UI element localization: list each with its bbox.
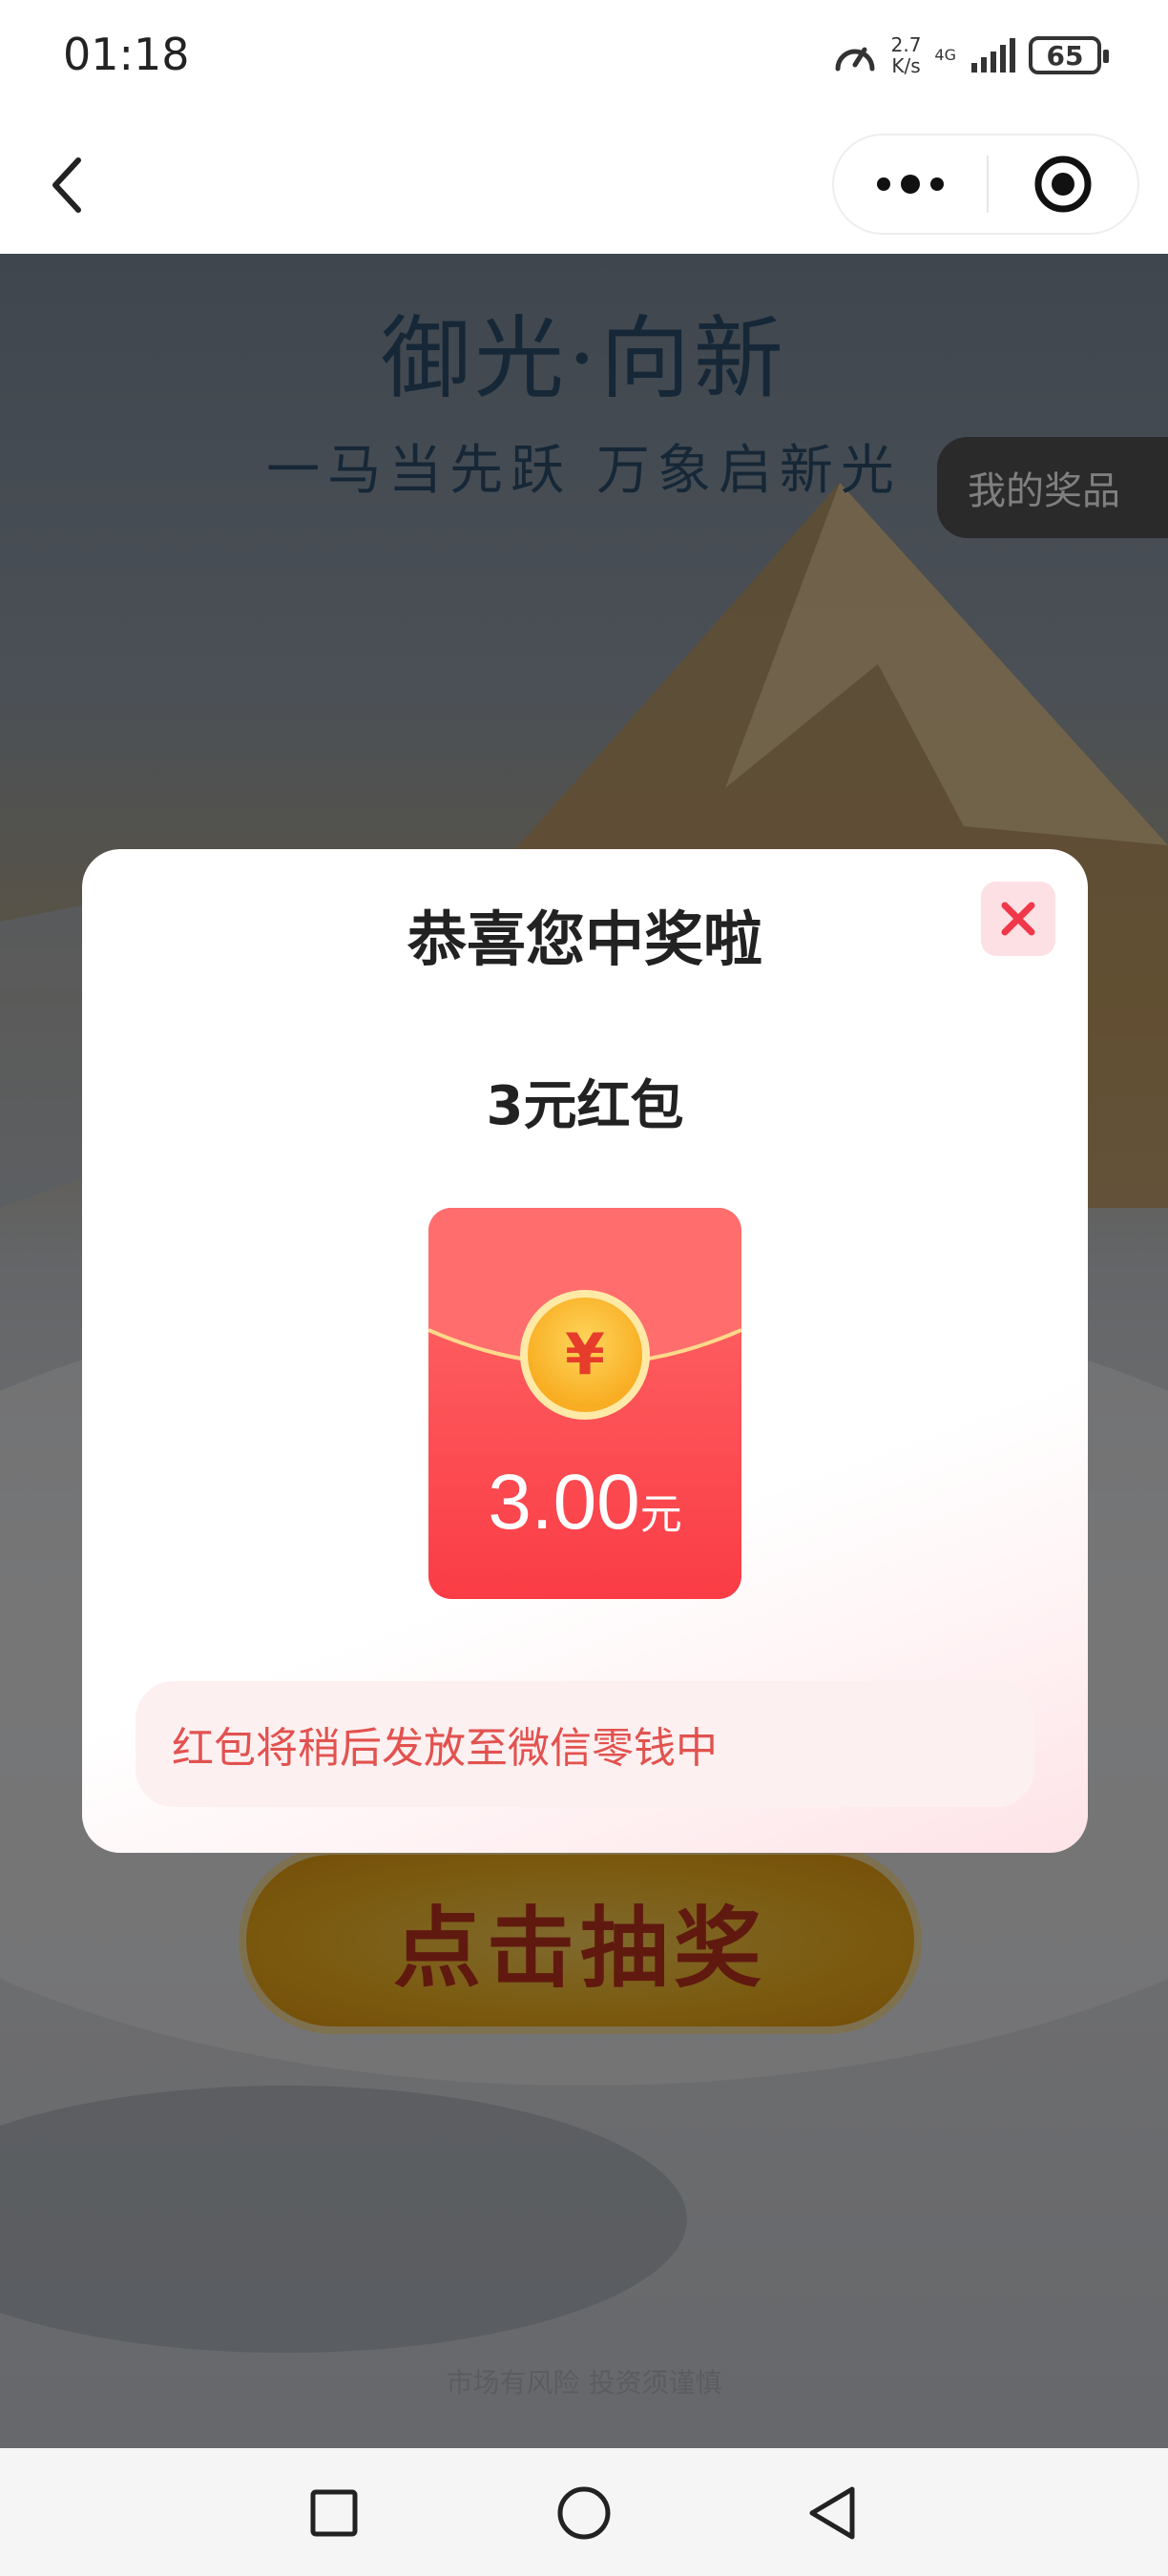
battery-icon: 65 <box>1029 36 1109 74</box>
close-icon <box>1001 902 1035 936</box>
prize-amount: 3.00元 <box>428 1458 741 1548</box>
network-speed: 2.7 K/s <box>891 34 922 76</box>
amount-unit: 元 <box>639 1490 682 1539</box>
red-envelope: ¥ 3.00元 <box>428 1208 741 1599</box>
circle-icon <box>557 2486 611 2540</box>
signal-icon <box>971 38 1015 73</box>
chevron-left-icon <box>52 157 81 213</box>
square-icon <box>310 2489 358 2537</box>
amount-value: 3.00 <box>488 1459 640 1546</box>
back-button[interactable] <box>38 149 95 221</box>
system-nav-bar <box>0 2448 1168 2576</box>
speedometer-icon <box>835 47 875 72</box>
more-dots-icon <box>877 175 944 194</box>
back-nav-button[interactable] <box>802 2483 863 2544</box>
status-time: 01:18 <box>63 29 190 80</box>
more-button[interactable] <box>834 135 987 233</box>
status-indicators: 2.7 K/s 4G 65 <box>832 27 1109 84</box>
close-miniprogram-button[interactable] <box>989 135 1137 233</box>
record-target-icon <box>1034 156 1092 213</box>
modal-title: 恭喜您中奖啦 <box>407 904 762 974</box>
status-bar: 01:18 2.7 K/s 4G 65 <box>0 0 1168 116</box>
close-button[interactable] <box>981 882 1055 956</box>
prize-modal: 恭喜您中奖啦 3元红包 ¥ 3.00元 红包将稍后发放至微信零钱中 <box>82 849 1088 1853</box>
nav-bar <box>0 116 1168 254</box>
speed-unit: K/s <box>891 54 921 77</box>
network-type: 4G <box>934 46 956 64</box>
prize-name: 3元红包 <box>486 1075 684 1137</box>
capsule-menu <box>832 134 1139 235</box>
triangle-back-icon <box>809 2486 855 2540</box>
payout-notice: 红包将稍后发放至微信零钱中 <box>136 1681 1034 1807</box>
recents-button[interactable] <box>303 2483 365 2544</box>
home-button[interactable] <box>553 2483 615 2544</box>
coin-icon: ¥ <box>520 1290 650 1420</box>
speed-value: 2.7 <box>890 33 922 56</box>
